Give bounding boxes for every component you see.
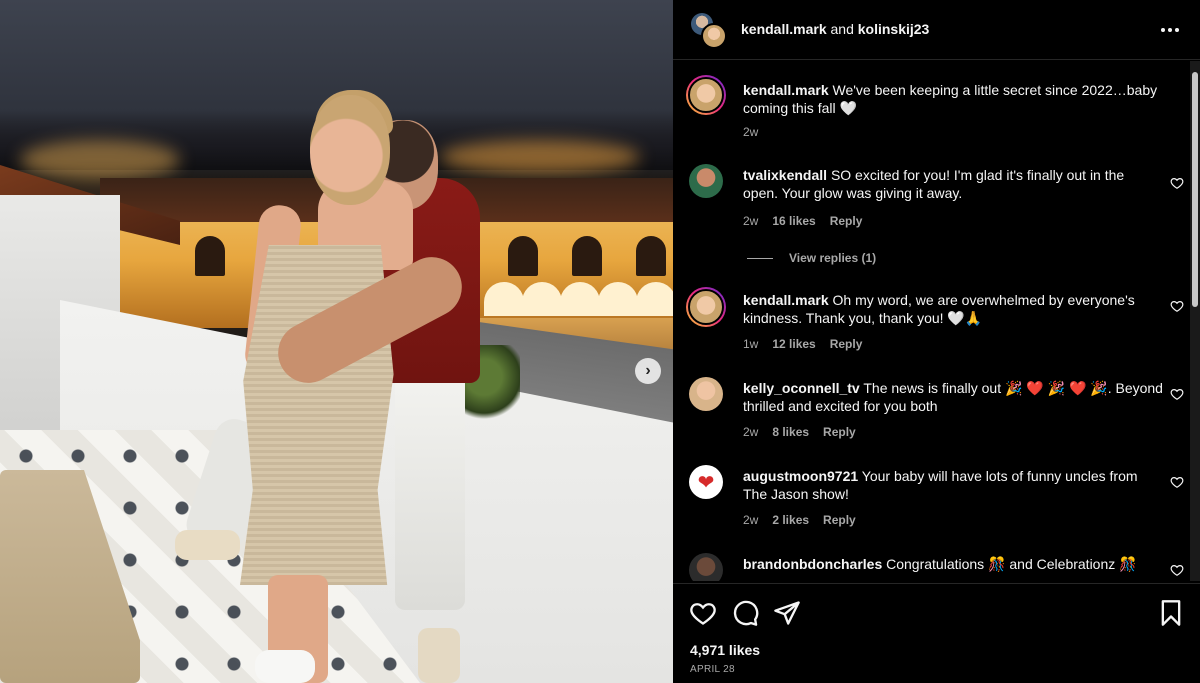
arch <box>636 282 673 316</box>
post-actions: 4,971 likes APRIL 28 <box>673 583 1200 683</box>
comment-username[interactable]: kelly_oconnell_tv <box>743 380 860 396</box>
avatar[interactable] <box>689 553 723 581</box>
comment-age: 2w <box>743 425 759 439</box>
avatar[interactable] <box>689 164 723 198</box>
heart-icon[interactable] <box>689 599 717 627</box>
reply-button[interactable]: Reply <box>830 337 863 351</box>
heart-icon[interactable] <box>1170 563 1184 577</box>
comment-likes[interactable]: 8 likes <box>772 425 809 439</box>
comment-meta: 2w 16 likes Reply <box>743 214 862 228</box>
window <box>636 236 666 276</box>
comment-username[interactable]: kendall.mark <box>743 82 829 98</box>
post-header: kendall.mark and kolinskij23 <box>673 0 1200 60</box>
post-photo[interactable]: › <box>0 0 673 683</box>
city-lights <box>440 140 640 174</box>
avatar[interactable] <box>686 75 726 115</box>
likes-count[interactable]: 4,971 likes <box>690 642 760 658</box>
comment-meta: 2w <box>743 125 758 139</box>
comments-list[interactable]: kendall.mark We've been keeping a little… <box>673 61 1200 581</box>
comment-icon[interactable] <box>731 599 759 627</box>
comment-likes[interactable]: 2 likes <box>772 513 809 527</box>
comment-meta: 2w 8 likes Reply <box>743 425 856 439</box>
comment-body: tvalixkendall SO excited for you! I'm gl… <box>743 166 1163 202</box>
caption-text: kendall.mark We've been keeping a little… <box>743 81 1173 117</box>
view-replies-button[interactable]: View replies (1) <box>747 251 876 265</box>
share-icon[interactable] <box>773 599 801 627</box>
heart-icon[interactable] <box>1170 299 1184 313</box>
arch <box>522 282 562 316</box>
comment-body: augustmoon9721 Your baby will have lots … <box>743 467 1163 503</box>
divider <box>747 257 773 259</box>
comment-body: kelly_oconnell_tv The news is finally ou… <box>743 379 1163 415</box>
arch <box>484 282 524 316</box>
comment-meta: 2w 2 likes Reply <box>743 513 856 527</box>
comment-age: 2w <box>743 214 759 228</box>
heart-icon[interactable] <box>1170 387 1184 401</box>
comment-likes[interactable]: 16 likes <box>772 214 815 228</box>
post-panel: kendall.mark and kolinskij23 kendall.mar… <box>673 0 1200 683</box>
city-lights <box>20 140 180 180</box>
arch <box>560 282 600 316</box>
avatar[interactable] <box>686 287 726 327</box>
post-authors: kendall.mark and kolinskij23 <box>741 21 929 37</box>
comment-body: brandonbdoncharles Congratulations 🎊 and… <box>743 555 1163 573</box>
more-icon[interactable] <box>1158 18 1182 42</box>
chevron-right-icon[interactable]: › <box>635 358 661 384</box>
view-replies-label: View replies (1) <box>789 251 877 265</box>
reply-button[interactable]: Reply <box>823 513 856 527</box>
heart-avatar[interactable]: ❤ <box>689 465 723 499</box>
reply-button[interactable]: Reply <box>830 214 863 228</box>
collab-avatars[interactable] <box>691 13 727 49</box>
comment-username[interactable]: brandonbdoncharles <box>743 556 882 572</box>
sneaker <box>418 628 460 683</box>
comment-meta: 1w 12 likes Reply <box>743 337 862 351</box>
arch <box>598 282 638 316</box>
window <box>195 236 225 276</box>
post-date: APRIL 28 <box>690 664 735 675</box>
comment-body: kendall.mark Oh my word, we are overwhel… <box>743 291 1163 327</box>
heart-icon[interactable] <box>1170 176 1184 190</box>
comment-username[interactable]: tvalixkendall <box>743 167 827 183</box>
avatar[interactable] <box>689 377 723 411</box>
man-pants <box>395 370 465 610</box>
comment-text: Congratulations 🎊 and Celebrationz 🎊 <box>886 556 1137 572</box>
sneaker <box>175 530 240 560</box>
woman-head <box>310 95 390 205</box>
comment-age: 1w <box>743 337 759 351</box>
avatar[interactable] <box>701 23 727 49</box>
comment-age: 2w <box>743 125 759 139</box>
scrollbar-thumb[interactable] <box>1192 72 1198 307</box>
window <box>572 236 602 276</box>
reply-button[interactable]: Reply <box>823 425 856 439</box>
author-username[interactable]: kendall.mark <box>741 21 827 37</box>
comment-username[interactable]: kendall.mark <box>743 292 829 308</box>
author-separator: and <box>830 21 854 37</box>
author-username[interactable]: kolinskij23 <box>858 21 930 37</box>
heart-icon[interactable] <box>1170 475 1184 489</box>
comment-likes[interactable]: 12 likes <box>772 337 815 351</box>
comment-username[interactable]: augustmoon9721 <box>743 468 858 484</box>
comment-age: 2w <box>743 513 759 527</box>
bookmark-icon[interactable] <box>1157 599 1185 627</box>
window <box>508 236 538 276</box>
sandal <box>255 650 315 683</box>
